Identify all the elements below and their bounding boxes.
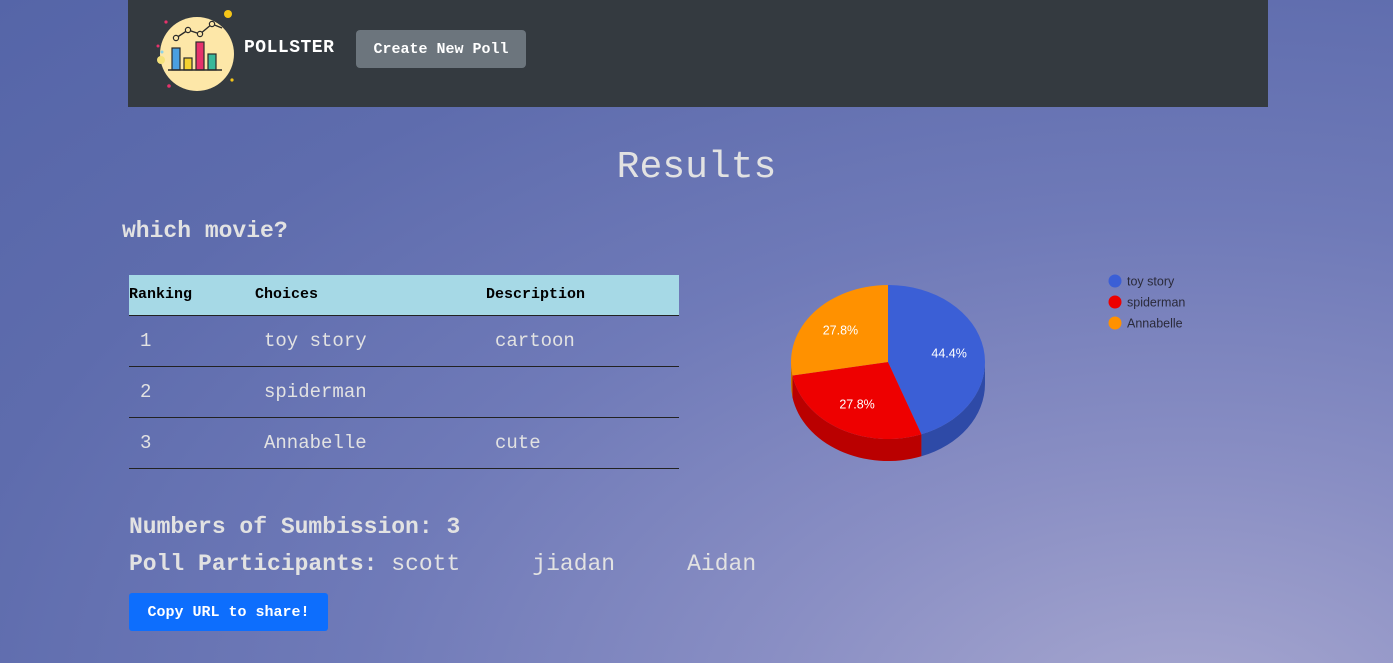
table-row: 1 toy story cartoon: [129, 315, 679, 367]
poll-question: which movie?: [122, 218, 288, 244]
submissions-label: Numbers of Sumbission:: [129, 514, 433, 540]
legend-label[interactable]: Annabelle: [1127, 317, 1183, 331]
copy-url-button[interactable]: Copy URL to share!: [129, 593, 328, 631]
participant-name: Aidan: [687, 551, 757, 577]
submissions-count: 3: [446, 514, 461, 540]
bar-chart-logo-icon[interactable]: [152, 8, 238, 94]
description-cell: cartoon: [486, 315, 679, 367]
column-header-description: Description: [486, 275, 679, 316]
results-pie-chart: 44.4% 27.8% 27.8% toy story spiderman Annabel…: [760, 265, 1280, 485]
pie-slice-label: 27.8%: [823, 323, 858, 337]
legend-marker: [1108, 274, 1122, 288]
description-cell: cute: [486, 417, 679, 469]
legend-marker: [1108, 295, 1122, 309]
choice-cell: spiderman: [255, 366, 486, 418]
participants-label: Poll Participants:: [129, 551, 378, 577]
pie-slice-label: 44.4%: [931, 346, 966, 360]
brand-title[interactable]: POLLSTER: [244, 38, 334, 58]
table-header-row: Ranking Choices Description: [129, 275, 679, 316]
choice-cell: toy story: [255, 315, 486, 367]
column-header-ranking: Ranking: [129, 275, 255, 316]
table-row: 3 Annabelle cute: [129, 417, 679, 469]
choice-cell: Annabelle: [255, 417, 486, 469]
column-header-choices: Choices: [255, 275, 486, 316]
ranking-cell: 3: [129, 417, 255, 469]
create-new-poll-button[interactable]: Create New Poll: [356, 30, 526, 68]
pie-slice-label: 27.8%: [839, 398, 874, 412]
legend-marker: [1108, 316, 1122, 330]
ranking-cell: 1: [129, 315, 255, 367]
description-cell: [486, 366, 679, 418]
ranking-cell: 2: [129, 366, 255, 418]
participant-name: scott: [391, 551, 461, 577]
navbar: POLLSTER Create New Poll: [128, 0, 1268, 107]
submissions-line: Numbers of Sumbission: 3: [129, 514, 460, 540]
pie-chart-svg: 44.4% 27.8% 27.8% toy story spiderman Annabel…: [791, 274, 1185, 461]
legend-label[interactable]: spiderman: [1127, 296, 1185, 310]
participants-line: Poll Participants: scott jiadan Aidan: [129, 551, 828, 577]
participant-name: jiadan: [532, 551, 616, 577]
results-table: Ranking Choices Description 1 toy story …: [129, 275, 679, 469]
page-title: Results: [616, 146, 777, 189]
table-row: 2 spiderman: [129, 366, 679, 418]
legend-label[interactable]: toy story: [1127, 275, 1175, 289]
